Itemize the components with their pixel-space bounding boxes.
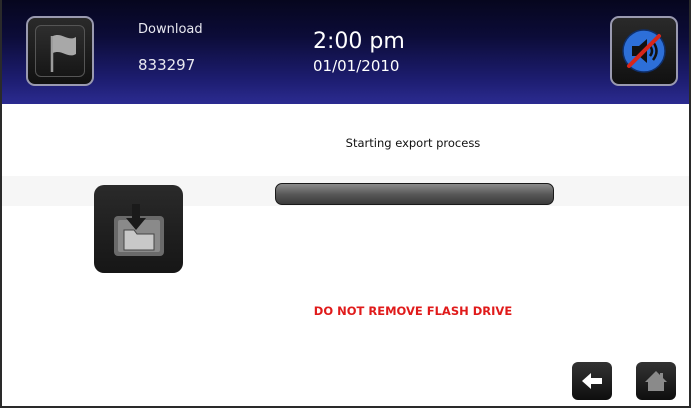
home-icon xyxy=(645,371,667,391)
export-button xyxy=(94,185,183,273)
arrow-left-icon xyxy=(582,373,602,389)
screen-title: Download xyxy=(138,22,203,37)
warning-message: DO NOT REMOVE FLASH DRIVE xyxy=(313,304,513,318)
export-screen: Download 833297 2:00 pm 01/01/2010 Start… xyxy=(0,0,691,408)
home-button[interactable] xyxy=(636,362,676,400)
device-code: 833297 xyxy=(138,56,196,74)
export-progress-bar xyxy=(275,183,554,205)
status-message: Starting export process xyxy=(345,136,481,150)
clock-date: 01/01/2010 xyxy=(313,57,400,75)
speaker-muted-icon xyxy=(622,29,666,73)
mute-button[interactable] xyxy=(610,16,678,86)
back-button[interactable] xyxy=(572,362,612,400)
flag-button[interactable] xyxy=(26,16,94,86)
header-bar: Download 833297 2:00 pm 01/01/2010 xyxy=(2,0,689,104)
folder-download-icon xyxy=(114,204,164,256)
flag-icon xyxy=(50,35,76,72)
clock-time: 2:00 pm xyxy=(313,29,405,54)
